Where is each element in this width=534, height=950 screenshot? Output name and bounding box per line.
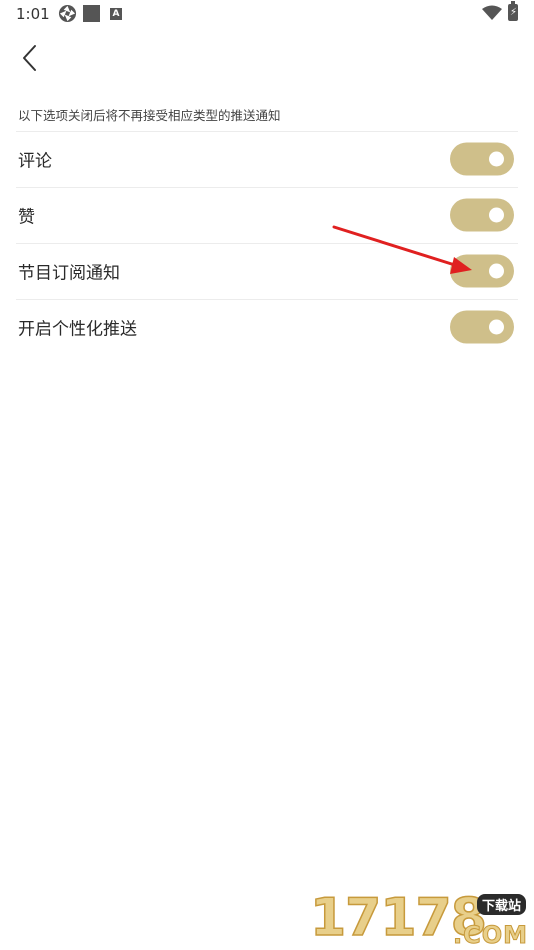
watermark-badge: 下载站 [476,894,526,915]
setting-label: 评论 [18,151,52,172]
battery-icon: ⚡ [508,1,518,21]
toggle-knob [489,207,504,223]
toggle-knob [489,263,504,279]
status-bar: 1:01 A ⚡ [0,0,534,28]
wifi-icon [482,5,502,25]
annotation-arrow-icon [332,225,472,274]
toggle-knob [489,319,504,335]
back-button[interactable] [16,40,48,76]
watermark-logo: 17178 下载站 .COM [309,886,534,950]
chevron-left-icon [23,45,36,71]
setting-row-comments: 评论 [0,131,534,187]
setting-label: 赞 [18,207,35,228]
square-icon [83,5,100,22]
toggle-personalized-push[interactable] [450,310,514,344]
push-hint-text: 以下选项关闭后将不再接受相应类型的推送通知 [18,108,281,123]
toggle-knob [489,151,504,167]
setting-row-personalized-push: 开启个性化推送 [0,299,534,355]
toggle-comments[interactable] [450,142,514,176]
setting-label: 节目订阅通知 [18,263,120,284]
setting-label: 开启个性化推送 [18,319,137,340]
aperture-icon [58,4,77,27]
status-time: 1:01 [16,5,50,23]
watermark-suffix: .COM [452,921,528,949]
a-icon: A [110,8,122,20]
